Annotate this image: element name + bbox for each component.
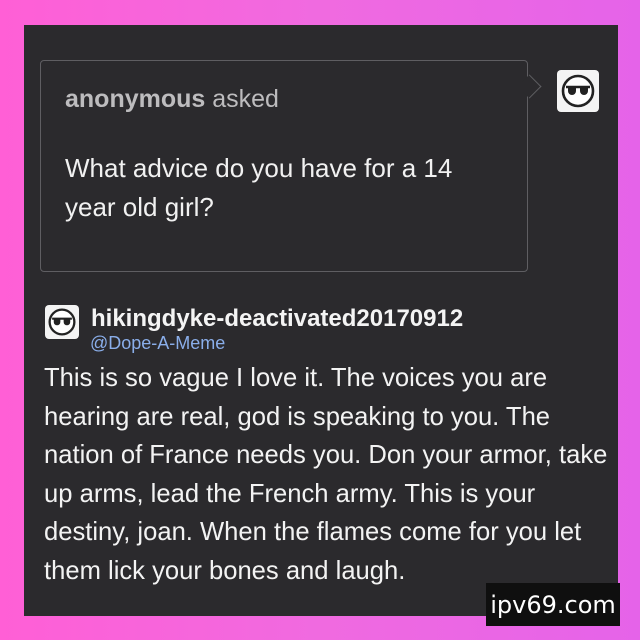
asked-label: asked — [212, 85, 279, 113]
asker-line: anonymous asked — [65, 85, 279, 114]
tumblr-post-card: anonymous asked What advice do you have … — [24, 25, 618, 616]
watermark-label: ipv69.com — [486, 583, 620, 626]
question-text: What advice do you have for a 14 year ol… — [65, 153, 453, 222]
answer-text: This is so vague I love it. The voices y… — [44, 364, 608, 585]
blog-avatar[interactable] — [45, 305, 79, 339]
sunglasses-face-icon — [48, 308, 76, 336]
blog-name-link[interactable]: hikingdyke-deactivated20170912 — [91, 305, 463, 333]
asker-name[interactable]: anonymous — [65, 85, 205, 113]
asker-avatar[interactable] — [557, 70, 599, 112]
ask-box: anonymous asked What advice do you have … — [40, 60, 528, 272]
handle-link[interactable]: @Dope-A-Meme — [90, 333, 225, 354]
sunglasses-face-icon — [561, 74, 595, 108]
